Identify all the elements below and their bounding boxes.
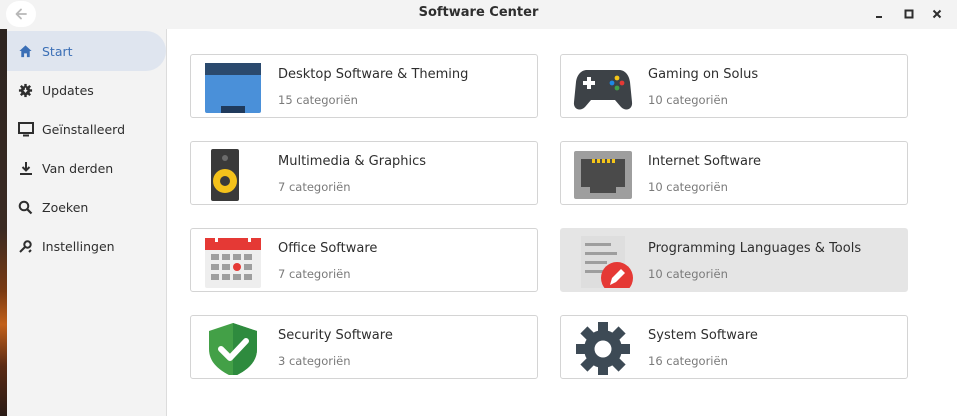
minimize-button[interactable]: [870, 5, 888, 23]
category-name: System Software: [648, 328, 758, 343]
settings-icon: [17, 238, 34, 255]
category-card-multimedia[interactable]: Multimedia & Graphics 7 categoriën: [190, 141, 538, 205]
category-card-security[interactable]: Security Software 3 categoriën: [190, 315, 538, 379]
category-card-system[interactable]: System Software 16 categoriën: [560, 315, 908, 379]
sidebar-item-label: Updates: [42, 82, 94, 98]
category-count: 3 categoriën: [278, 354, 351, 368]
category-name: Office Software: [278, 241, 378, 256]
gamepad-icon: [573, 60, 633, 114]
home-icon: [17, 43, 34, 60]
sidebar-item-label: Instellingen: [42, 238, 115, 254]
maximize-button[interactable]: [900, 5, 918, 23]
category-count: 16 categoriën: [648, 354, 728, 368]
desktop-window-icon: [203, 60, 263, 114]
sidebar-item-label: Van derden: [42, 160, 114, 176]
sidebar-item-start[interactable]: Start: [7, 31, 166, 71]
category-name: Internet Software: [648, 154, 762, 169]
category-count: 10 categoriën: [648, 93, 728, 107]
category-card-internet[interactable]: Internet Software 10 categoriën: [560, 141, 908, 205]
close-button[interactable]: [928, 5, 946, 23]
sidebar-item-label: Start: [42, 43, 73, 59]
maximize-icon: [904, 9, 914, 19]
category-name: Security Software: [278, 328, 393, 343]
speaker-icon: [203, 147, 263, 201]
category-count: 10 categoriën: [648, 267, 728, 281]
category-name: Multimedia & Graphics: [278, 154, 427, 169]
sidebar-item-settings[interactable]: Instellingen: [7, 226, 166, 266]
title-bar: Software Center: [0, 0, 957, 29]
monitor-icon: [17, 121, 34, 138]
sidebar-item-label: Zoeken: [42, 199, 89, 215]
category-name: Desktop Software & Theming: [278, 67, 469, 82]
desktop-background-strip: [0, 0, 7, 416]
category-count: 7 categoriën: [278, 180, 351, 194]
category-count: 10 categoriën: [648, 180, 728, 194]
sidebar: Start Updates Geïnstalleerd Van derden Z…: [7, 29, 167, 416]
document-edit-icon: [573, 234, 633, 294]
download-icon: [17, 160, 34, 177]
cog-icon: [573, 321, 633, 376]
category-card-gaming[interactable]: Gaming on Solus 10 categoriën: [560, 54, 908, 118]
category-grid: Desktop Software & Theming 15 categoriën…: [167, 29, 957, 416]
calendar-icon: [203, 234, 263, 288]
gear-update-icon: [17, 82, 34, 99]
category-name: Gaming on Solus: [648, 67, 759, 82]
sidebar-item-updates[interactable]: Updates: [7, 70, 166, 110]
search-icon: [17, 199, 34, 216]
category-card-programming[interactable]: Programming Languages & Tools 10 categor…: [560, 228, 908, 294]
sidebar-item-third-party[interactable]: Van derden: [7, 148, 166, 188]
category-count: 15 categoriën: [278, 93, 358, 107]
window-right-edge: [940, 29, 957, 416]
sidebar-item-label: Geïnstalleerd: [42, 121, 126, 137]
category-count: 7 categoriën: [278, 267, 351, 281]
network-port-icon: [573, 147, 633, 201]
close-icon: [932, 9, 942, 19]
shield-check-icon: [203, 321, 263, 377]
category-name: Programming Languages & Tools: [648, 241, 862, 256]
minimize-icon: [876, 16, 882, 18]
category-card-desktop[interactable]: Desktop Software & Theming 15 categoriën: [190, 54, 538, 118]
category-card-office[interactable]: Office Software 7 categoriën: [190, 228, 538, 292]
window-title: Software Center: [418, 5, 539, 20]
sidebar-item-search[interactable]: Zoeken: [7, 187, 166, 227]
sidebar-item-installed[interactable]: Geïnstalleerd: [7, 109, 166, 149]
